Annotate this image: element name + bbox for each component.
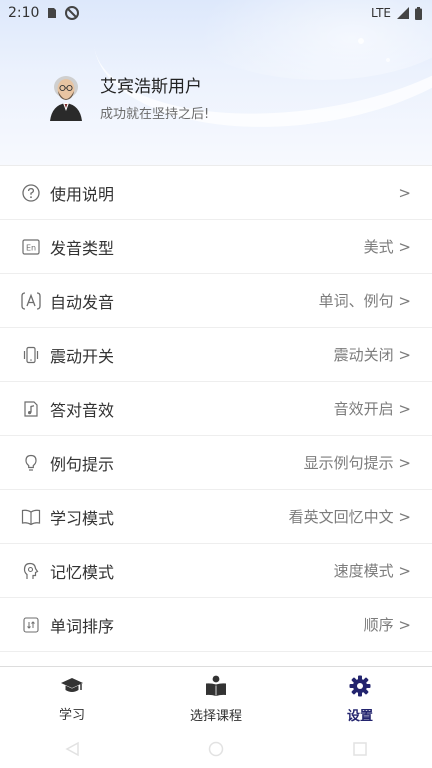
setting-label: 记忆模式 [50, 562, 115, 582]
setting-value: 看英文回忆中文 > [288, 508, 411, 526]
network-type: LTE [371, 6, 391, 20]
book-icon [21, 507, 41, 527]
sort-icon [21, 615, 41, 635]
do-not-disturb-icon [65, 6, 80, 20]
settings-list: 使用说明 > En 发音类型 美式 > 自动发音 单词、例句 > 震动开关 震动… [0, 165, 432, 652]
setting-value: 音效开启 > [333, 400, 411, 418]
setting-label: 自动发音 [50, 292, 115, 312]
nav-tab-settings[interactable]: 设置 [288, 667, 432, 731]
status-time: 2:10 [8, 5, 40, 21]
sparkle-dot [386, 58, 390, 62]
setting-label: 发音类型 [50, 238, 115, 258]
setting-value: 顺序 > [363, 616, 411, 634]
setting-label: 例句提示 [50, 454, 115, 474]
setting-row-correct-sound[interactable]: 答对音效 音效开启 > [0, 382, 432, 436]
svg-text:En: En [26, 243, 36, 252]
setting-row-study-mode[interactable]: 学习模式 看英文回忆中文 > [0, 490, 432, 544]
setting-row-example-hint[interactable]: 例句提示 显示例句提示 > [0, 436, 432, 490]
signal-icon [397, 7, 409, 19]
setting-label: 单词排序 [50, 616, 115, 636]
home-icon[interactable] [201, 734, 231, 764]
setting-value: > [398, 183, 411, 202]
setting-label: 答对音效 [50, 400, 115, 420]
gear-icon [349, 675, 371, 701]
sim-card-icon [47, 7, 57, 19]
status-right: LTE [371, 6, 422, 20]
back-icon[interactable] [57, 734, 87, 764]
setting-row-usage-guide[interactable]: 使用说明 > [0, 166, 432, 220]
nav-label: 设置 [346, 708, 373, 724]
setting-row-word-order[interactable]: 单词排序 顺序 > [0, 598, 432, 652]
setting-row-pronunciation-type[interactable]: En 发音类型 美式 > [0, 220, 432, 274]
recents-icon[interactable] [345, 734, 375, 764]
setting-value: 速度模式 > [333, 562, 411, 580]
battery-icon [415, 6, 422, 20]
setting-value: 美式 > [363, 238, 411, 256]
setting-label: 震动开关 [50, 346, 115, 366]
settings-screen: 艾宾浩斯用户 成功就在坚持之后! 2:10 LTE 使用说明 > En 发音类型… [0, 0, 432, 768]
setting-row-auto-pronounce[interactable]: 自动发音 单词、例句 > [0, 274, 432, 328]
vibrate-icon [21, 345, 41, 365]
setting-value: 显示例句提示 > [303, 454, 411, 472]
setting-label: 使用说明 [50, 184, 115, 204]
status-bar: 2:10 LTE [0, 0, 432, 26]
profile-text: 艾宾浩斯用户 成功就在坚持之后! [100, 72, 209, 122]
setting-value: 震动关闭 > [333, 346, 411, 364]
avatar [50, 76, 82, 121]
reading-person-icon [204, 675, 228, 701]
user-profile[interactable]: 艾宾浩斯用户 成功就在坚持之后! [46, 72, 209, 122]
nav-tab-select-course[interactable]: 选择课程 [144, 667, 288, 731]
profile-motto: 成功就在坚持之后! [100, 107, 210, 122]
system-navigation-bar [0, 730, 432, 768]
setting-row-memory-mode[interactable]: 记忆模式 速度模式 > [0, 544, 432, 598]
auto-speak-icon [21, 291, 41, 311]
sparkle-dot [358, 38, 364, 44]
status-left: 2:10 [8, 5, 80, 21]
graduation-cap-icon [60, 676, 84, 700]
setting-row-vibration[interactable]: 震动开关 震动关闭 > [0, 328, 432, 382]
setting-label: 学习模式 [50, 508, 115, 528]
head-memory-icon [21, 561, 41, 581]
help-circle-icon [21, 183, 41, 203]
nav-label: 学习 [58, 707, 85, 723]
sound-effect-icon [21, 399, 41, 419]
setting-value: 单词、例句 > [318, 292, 411, 310]
nav-tab-study[interactable]: 学习 [0, 667, 144, 731]
profile-name: 艾宾浩斯用户 [100, 77, 202, 97]
en-badge-icon: En [21, 237, 41, 257]
bottom-navigation: 学习 选择课程 设置 [0, 666, 432, 731]
lightbulb-icon [21, 453, 41, 473]
nav-label: 选择课程 [189, 708, 242, 724]
